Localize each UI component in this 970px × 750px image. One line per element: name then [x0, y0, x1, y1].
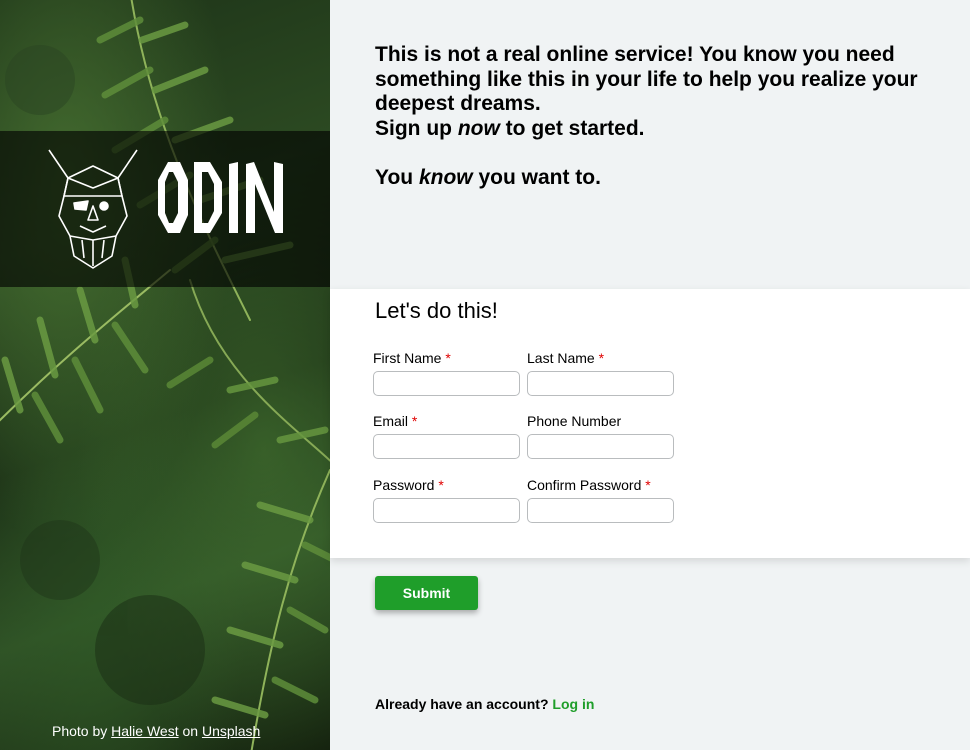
- password-input[interactable]: [373, 498, 520, 523]
- email-label: Email *: [373, 413, 520, 429]
- password-label-text: Password: [373, 477, 435, 493]
- last-name-label: Last Name *: [527, 350, 674, 366]
- required-marker: *: [411, 413, 418, 429]
- required-marker: *: [438, 477, 444, 493]
- last-name-input[interactable]: [527, 371, 674, 396]
- confirm-password-label: Confirm Password *: [527, 477, 674, 493]
- first-name-label-text: First Name: [373, 350, 442, 366]
- photo-author-link[interactable]: Halie West: [111, 723, 178, 739]
- login-prompt: Already have an account? Log in: [375, 696, 594, 712]
- intro-spacer: [375, 141, 955, 166]
- signup-form-card: Let's do this! First Name * Last Name * …: [330, 289, 970, 558]
- email-field-group: Email *: [373, 413, 520, 459]
- intro-emphasis-know: know: [418, 166, 473, 189]
- last-name-field-group: Last Name *: [527, 350, 674, 396]
- email-input[interactable]: [373, 434, 520, 459]
- photo-credit: Photo by Halie West on Unsplash: [52, 723, 260, 739]
- odin-wordmark-logo: [158, 162, 283, 233]
- last-name-label-text: Last Name: [527, 350, 595, 366]
- intro-line-2-start: Sign up: [375, 116, 458, 140]
- intro-emphasis-now: now: [457, 116, 500, 140]
- phone-input[interactable]: [527, 434, 674, 459]
- login-prompt-text: Already have an account?: [375, 696, 549, 712]
- intro-line-3: You know you want to.: [375, 166, 955, 191]
- phone-label-text: Phone Number: [527, 413, 622, 429]
- intro-text: This is not a real online service! You k…: [375, 43, 955, 191]
- required-marker: *: [598, 350, 605, 366]
- first-name-field-group: First Name *: [373, 350, 520, 396]
- signup-page: Photo by Halie West on Unsplash This is …: [0, 0, 970, 750]
- submit-button[interactable]: Submit: [375, 576, 478, 610]
- intro-line-3-start: You: [375, 166, 419, 189]
- unsplash-link[interactable]: Unsplash: [202, 723, 260, 739]
- first-name-input[interactable]: [373, 371, 520, 396]
- phone-field-group: Phone Number: [527, 413, 674, 459]
- intro-line-2-end: to get started.: [499, 116, 645, 140]
- password-label: Password *: [373, 477, 520, 493]
- photo-credit-middle: on: [182, 723, 199, 739]
- photo-credit-prefix: Photo by: [52, 723, 108, 739]
- first-name-label: First Name *: [373, 350, 520, 366]
- intro-line-2: Sign up now to get started.: [375, 117, 955, 142]
- confirm-password-field-group: Confirm Password *: [527, 477, 674, 523]
- intro-line-3-end: you want to.: [472, 166, 601, 189]
- password-field-group: Password *: [373, 477, 520, 523]
- intro-line-1: This is not a real online service! You k…: [375, 43, 918, 115]
- phone-label: Phone Number: [527, 413, 674, 429]
- confirm-password-input[interactable]: [527, 498, 674, 523]
- fern-background-image: [0, 0, 330, 750]
- login-link[interactable]: Log in: [552, 696, 594, 712]
- viking-head-icon: [48, 149, 138, 269]
- email-label-text: Email: [373, 413, 409, 429]
- hero-panel: Photo by Halie West on Unsplash: [0, 0, 330, 750]
- form-heading: Let's do this!: [375, 298, 498, 323]
- required-marker: *: [445, 350, 451, 366]
- confirm-password-label-text: Confirm Password: [527, 477, 642, 493]
- required-marker: *: [645, 477, 651, 493]
